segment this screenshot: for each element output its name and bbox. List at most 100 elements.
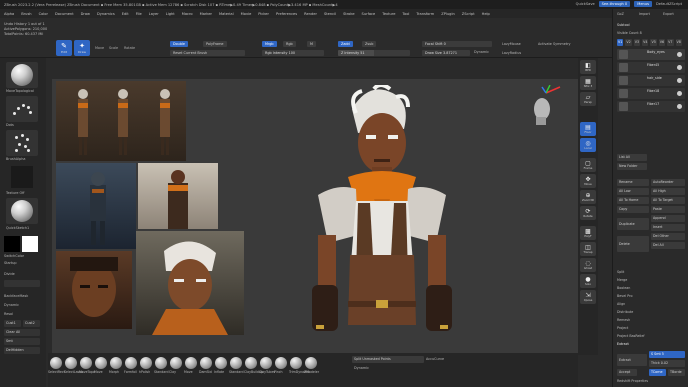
insert-button[interactable]: Insert [651, 224, 685, 231]
eye-icon[interactable] [677, 91, 682, 96]
m-button[interactable]: M [307, 41, 316, 47]
eye-icon[interactable] [677, 104, 682, 109]
menu-stencil[interactable]: Stencil [324, 12, 336, 16]
scale-tool-button[interactable]: Scale [109, 46, 118, 50]
export-button[interactable]: Export [663, 12, 674, 16]
autoreorder-button[interactable]: AutoReorder [651, 179, 685, 186]
divide-slider[interactable] [4, 280, 40, 287]
split-unmasked-points-button[interactable]: Split Unmasked Points [352, 356, 424, 363]
menu-document[interactable]: Document [55, 12, 74, 16]
subtool-title[interactable]: Subtool [617, 23, 630, 27]
menu-macro[interactable]: Macro [182, 12, 193, 16]
all-low-button[interactable]: All Low [617, 188, 649, 195]
menu-alpha[interactable]: Alpha [4, 12, 14, 16]
menu-zscript[interactable]: ZScript [462, 12, 475, 16]
zsub-button[interactable]: Zsub [362, 41, 377, 47]
brush-icon[interactable] [125, 357, 137, 369]
brush-icon[interactable] [50, 357, 62, 369]
thick-slider[interactable]: Thick 0.02 [649, 360, 685, 367]
startup-button[interactable]: Startup [4, 261, 17, 265]
split-menu[interactable]: Split [617, 270, 624, 274]
z-intensity-slider[interactable]: Z Intensity 51 [338, 50, 410, 56]
menu-color[interactable]: Color [39, 12, 48, 16]
rgb-button[interactable]: Rgb [283, 41, 296, 47]
tborde-toggle[interactable]: TBorde [668, 369, 685, 376]
polyframe-button[interactable]: PolyFrame [203, 41, 227, 47]
eye-icon[interactable] [677, 78, 682, 83]
rotate-tool-button[interactable]: Rotate [124, 46, 135, 50]
draw-tool-button[interactable]: ✦ Draw [74, 40, 90, 56]
solo-button[interactable]: ● Solo [580, 274, 596, 288]
quicksave-button[interactable]: QuickSave [576, 2, 595, 6]
duplicate-button[interactable]: Duplicate [617, 218, 649, 230]
dynamic-toggle[interactable]: Dynamic [354, 366, 369, 370]
s-smt-slider[interactable]: S Smt 5 [649, 351, 685, 358]
bevel-pro-menu[interactable]: Bevel Pro [617, 294, 632, 298]
delete-button[interactable]: Delete [617, 236, 649, 252]
divide-button[interactable]: Divide [4, 272, 15, 276]
subtool-item[interactable]: Fiber18 [617, 88, 685, 99]
frame-button[interactable]: ▢ Frame [580, 158, 596, 172]
menu-marker[interactable]: Marker [200, 12, 212, 16]
del-other-button[interactable]: Del Other [651, 233, 685, 240]
brush-icon[interactable] [200, 357, 212, 369]
alpha-selector[interactable] [6, 130, 38, 156]
tcorne-toggle[interactable]: TCorne [649, 369, 666, 376]
zoom3d-button[interactable]: ⊕ Zoom3D [580, 190, 596, 204]
merge-menu[interactable]: Merge [617, 278, 627, 282]
tab-v6[interactable]: V6 [658, 39, 666, 46]
primary-color-swatch[interactable] [4, 236, 20, 252]
menu-preferences[interactable]: Preferences [276, 12, 297, 16]
tab-v7[interactable]: V7 [667, 39, 674, 46]
xpose-button[interactable]: ⇲ Xpose [580, 290, 596, 304]
move-view-button[interactable]: ✥ Move [580, 174, 596, 188]
brush-icon[interactable] [80, 357, 92, 369]
draw-size-slider[interactable]: Draw Size 3.87271 [422, 50, 470, 56]
append-button[interactable]: Append [651, 215, 685, 222]
menu-transform[interactable]: Transform [416, 12, 434, 16]
secondary-color-swatch[interactable] [22, 236, 38, 252]
menus-toggle[interactable]: Menus [634, 1, 652, 7]
rgb-intensity-slider[interactable]: Rgb Intensity 100 [262, 50, 324, 56]
menu-stroke[interactable]: Stroke [343, 12, 354, 16]
accucurve-toggle[interactable]: AccuCurve [426, 357, 444, 361]
smt-button[interactable]: Smt [4, 338, 40, 345]
move-tool-button[interactable]: Move [95, 46, 104, 50]
sculpt-model[interactable] [278, 85, 478, 353]
subtool-item[interactable]: Fiber45 [617, 62, 685, 73]
brush-icon[interactable] [110, 357, 122, 369]
brush-icon[interactable] [260, 357, 272, 369]
eye-icon[interactable] [677, 52, 682, 57]
extract-menu[interactable]: Extract [617, 342, 629, 346]
resolution-slider[interactable]: Resol [4, 312, 13, 316]
menu-surface[interactable]: Surface [362, 12, 376, 16]
dynamic-persp-button[interactable]: ▱ Persp [580, 92, 596, 106]
edit-tool-button[interactable]: ✎ Edit [56, 40, 72, 56]
brush-icon[interactable] [185, 357, 197, 369]
lazymouse-button[interactable]: LazyMouse [502, 42, 521, 46]
cust2-button[interactable]: Cust2 [23, 320, 40, 327]
menu-brush[interactable]: Brush [21, 12, 31, 16]
reset-brush-button[interactable]: Reset Current Brush [170, 50, 245, 56]
list-all-button[interactable]: List All [617, 154, 647, 161]
dynamic-toggle[interactable]: Dynamic [474, 50, 489, 54]
all-to-target-button[interactable]: All To Target [651, 197, 685, 204]
stroke-selector[interactable] [6, 96, 38, 122]
remesh-menu[interactable]: Remesh [617, 318, 630, 322]
menu-movie[interactable]: Movie [241, 12, 252, 16]
brush-icon[interactable] [290, 357, 302, 369]
dynamesh-button[interactable]: Dynamic [4, 303, 19, 307]
menu-picker[interactable]: Picker [258, 12, 269, 16]
copy-button[interactable]: Copy [617, 206, 649, 213]
zadd-button[interactable]: Zadd [338, 41, 353, 47]
paste-button[interactable]: Paste [651, 206, 685, 213]
menu-file[interactable]: File [136, 12, 142, 16]
menu-tool[interactable]: Tool [402, 12, 409, 16]
brush-icon[interactable] [230, 357, 242, 369]
menu-layer[interactable]: Layer [149, 12, 159, 16]
tab-v3[interactable]: V3 [633, 39, 641, 46]
navigation-head-icon[interactable] [522, 85, 562, 129]
floor-button[interactable]: ▤ Floor [580, 122, 596, 136]
mrgb-button[interactable]: Mrgb [262, 41, 277, 47]
polyf-button[interactable]: ▩ PolyF [580, 226, 596, 240]
